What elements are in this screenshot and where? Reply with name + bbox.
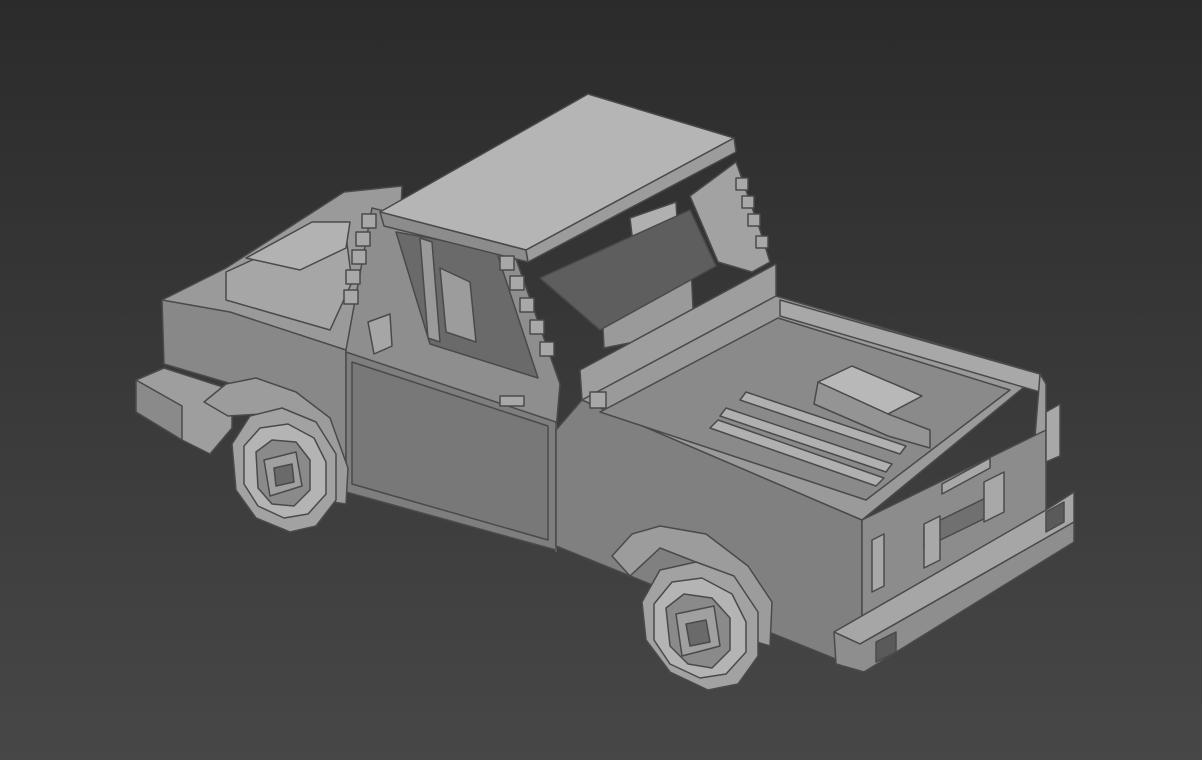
taillight-left: [871, 533, 885, 593]
tailgate-handle-end-l: [923, 515, 941, 569]
3d-viewport[interactable]: [0, 0, 1202, 760]
taillight-right: [1045, 403, 1061, 463]
truck-model[interactable]: [0, 0, 1202, 760]
